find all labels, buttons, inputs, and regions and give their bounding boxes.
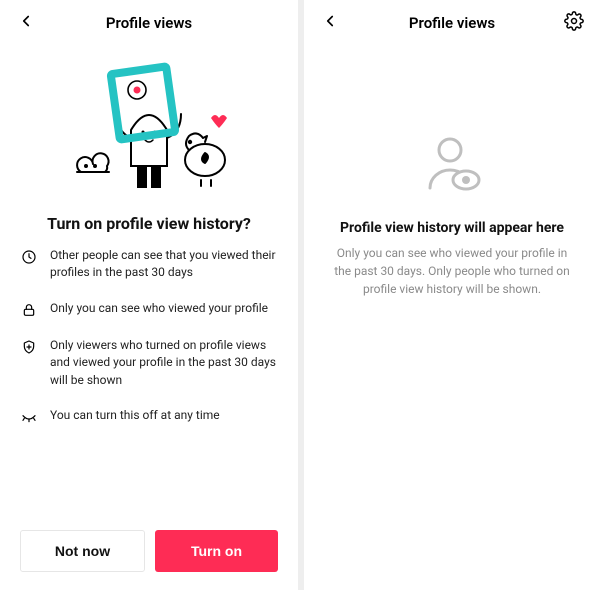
back-icon[interactable] (321, 12, 339, 34)
feature-row: Only viewers who turned on profile views… (20, 337, 278, 389)
back-icon[interactable] (17, 12, 35, 34)
not-now-button[interactable]: Not now (20, 530, 145, 572)
lock-icon (20, 301, 38, 319)
shield-icon (20, 338, 38, 356)
question-title: Turn on profile view history? (20, 214, 278, 233)
header: Profile views (304, 0, 600, 46)
profile-eye-icon (422, 136, 482, 198)
feature-text: Only you can see who viewed your profile (50, 300, 268, 317)
empty-state-panel: Profile views Profile view history will … (304, 0, 600, 590)
feature-row: Only you can see who viewed your profile (20, 300, 278, 319)
feature-text: You can turn this off at any time (50, 407, 220, 424)
header: Profile views (0, 0, 298, 46)
feature-list: Other people can see that you viewed the… (0, 247, 298, 444)
page-title: Profile views (342, 14, 562, 32)
empty-state-description: Only you can see who viewed your profile… (332, 244, 572, 298)
empty-state-heading: Profile view history will appear here (340, 220, 564, 236)
page-title: Profile views (38, 14, 260, 32)
eye-closed-icon (20, 408, 38, 426)
feature-text: Other people can see that you viewed the… (50, 247, 278, 282)
empty-state: Profile view history will appear here On… (304, 136, 600, 298)
feature-row: You can turn this off at any time (20, 407, 278, 426)
turn-on-button[interactable]: Turn on (155, 530, 278, 572)
clock-icon (20, 248, 38, 266)
onboarding-panel: Profile views (0, 0, 298, 590)
button-row: Not now Turn on (0, 530, 298, 572)
settings-icon[interactable] (564, 11, 584, 35)
onboarding-illustration (0, 56, 298, 196)
feature-row: Other people can see that you viewed the… (20, 247, 278, 282)
feature-text: Only viewers who turned on profile views… (50, 337, 278, 389)
